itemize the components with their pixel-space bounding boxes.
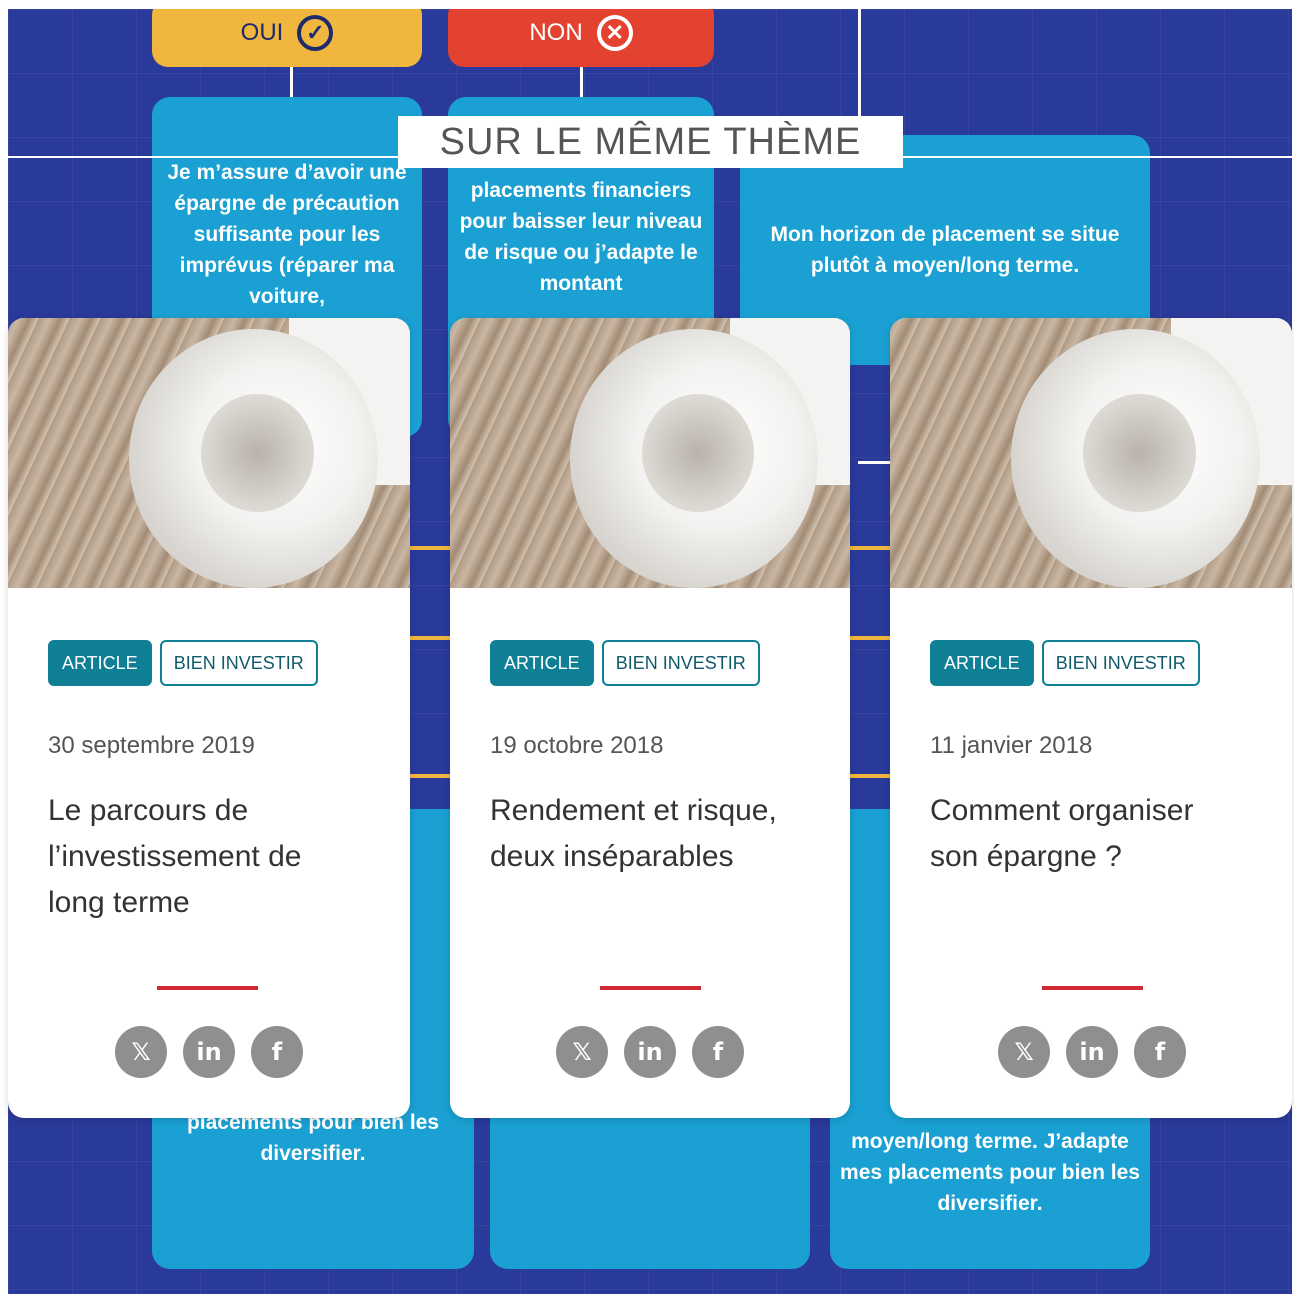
linkedin-share-icon[interactable]: in — [1066, 1026, 1118, 1078]
linkedin-share-icon[interactable]: in — [624, 1026, 676, 1078]
tag-list: ARTICLE BIEN INVESTIR — [48, 640, 318, 686]
tag-category[interactable]: BIEN INVESTIR — [601, 640, 760, 686]
share-buttons: 𝕏 in f — [998, 1026, 1186, 1078]
info-box-bottom-right-text: moyen/long terme. J’adapte mes placement… — [840, 1130, 1140, 1215]
share-buttons: 𝕏 in f — [115, 1026, 303, 1078]
tag-category[interactable]: BIEN INVESTIR — [1041, 640, 1200, 686]
x-share-icon[interactable]: 𝕏 — [998, 1026, 1050, 1078]
tag-list: ARTICLE BIEN INVESTIR — [930, 640, 1200, 686]
share-buttons: 𝕏 in f — [556, 1026, 744, 1078]
article-card[interactable]: ARTICLE BIEN INVESTIR 11 janvier 2018 Co… — [890, 318, 1292, 1118]
tag-list: ARTICLE BIEN INVESTIR — [490, 640, 760, 686]
red-divider — [600, 986, 701, 990]
article-title[interactable]: Le parcours de l’investissement de long … — [48, 788, 348, 926]
x-share-icon[interactable]: 𝕏 — [115, 1026, 167, 1078]
red-divider — [1042, 986, 1143, 990]
tag-article[interactable]: ARTICLE — [930, 640, 1034, 686]
check-icon: ✓ — [297, 15, 334, 51]
info-box-left-text: Je m’assure d’avoir une épargne de préca… — [167, 161, 407, 308]
article-date: 30 septembre 2019 — [48, 732, 255, 759]
non-label: NON — [529, 19, 583, 46]
x-share-icon[interactable]: 𝕏 — [556, 1026, 608, 1078]
red-divider — [157, 986, 258, 990]
article-thumbnail[interactable] — [890, 318, 1292, 588]
tag-article[interactable]: ARTICLE — [490, 640, 594, 686]
tag-category[interactable]: BIEN INVESTIR — [159, 640, 318, 686]
article-date: 11 janvier 2018 — [930, 732, 1093, 759]
article-title[interactable]: Comment organiser son épargne ? — [930, 788, 1230, 880]
article-thumbnail[interactable] — [8, 318, 410, 588]
article-card[interactable]: ARTICLE BIEN INVESTIR 30 septembre 2019 … — [8, 318, 410, 1118]
tag-article[interactable]: ARTICLE — [48, 640, 152, 686]
connector-line — [858, 9, 861, 129]
oui-label: OUI — [240, 19, 284, 46]
cross-icon: ✕ — [596, 15, 633, 51]
info-box-right-text: Mon horizon de placement se situe plutôt… — [770, 223, 1120, 277]
info-box-middle-text: placements financiers pour baisser leur … — [459, 179, 703, 295]
oui-pill: OUI ✓ — [152, 9, 422, 67]
facebook-share-icon[interactable]: f — [251, 1026, 303, 1078]
non-pill: NON ✕ — [448, 9, 714, 67]
article-date: 19 octobre 2018 — [490, 732, 664, 759]
section-title: SUR LE MÊME THÈME — [398, 116, 903, 168]
article-thumbnail[interactable] — [450, 318, 850, 588]
article-card[interactable]: ARTICLE BIEN INVESTIR 19 octobre 2018 Re… — [450, 318, 850, 1118]
facebook-share-icon[interactable]: f — [692, 1026, 744, 1078]
linkedin-share-icon[interactable]: in — [183, 1026, 235, 1078]
facebook-share-icon[interactable]: f — [1134, 1026, 1186, 1078]
article-title[interactable]: Rendement et risque, deux inséparables — [490, 788, 790, 880]
